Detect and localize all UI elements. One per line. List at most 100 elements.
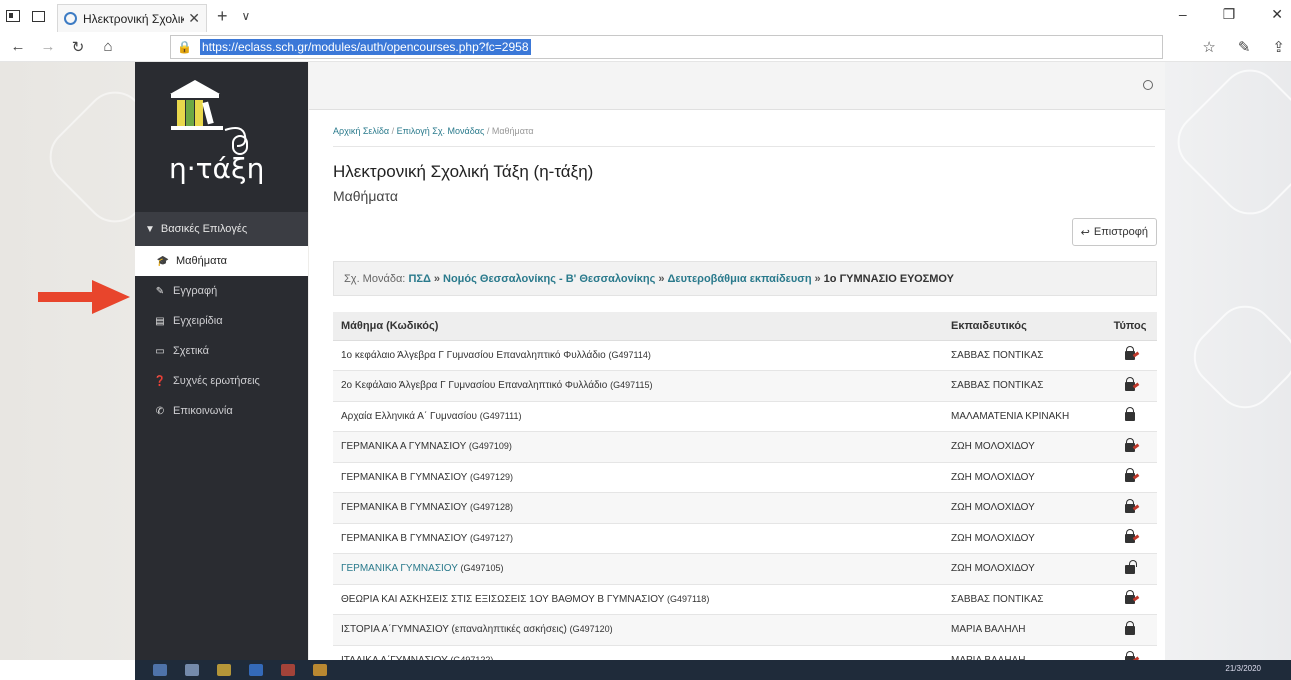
type-cell (1103, 492, 1157, 524)
close-window-icon[interactable]: ✕ (1271, 6, 1283, 23)
column-header-course[interactable]: Μάθημα (Κωδικός) (333, 312, 943, 341)
teacher-cell: ΣΑΒΒΑΣ ΠΟΝΤΙΚΑΣ (943, 340, 1103, 371)
sidebar-item-faq[interactable]: ❓ Συχνές ερωτήσεις (135, 366, 308, 396)
column-header-type[interactable]: Τύπος (1103, 312, 1157, 341)
teacher-cell: ΜΑΛΑΜΑΤΕΝΙΑ ΚΡΙΝΑΚΗ (943, 401, 1103, 432)
sidebar-item-label: Συχνές ερωτήσεις (173, 375, 260, 387)
taskbar-clock: 21/3/2020 (1225, 664, 1261, 673)
start-icon[interactable] (153, 664, 167, 676)
school-path-link-secondary[interactable]: Δευτεροβάθμια εκπαίδευση (668, 273, 812, 285)
course-code: (G497114) (608, 349, 651, 360)
sidebar-item-registration[interactable]: ✎ Εγγραφή (135, 276, 308, 306)
sidebar-section-basic-options[interactable]: ▼ Βασικές Επιλογές (135, 212, 308, 246)
url-text: https://eclass.sch.gr/modules/auth/openc… (199, 39, 531, 55)
teacher-cell: ΣΑΒΒΑΣ ΠΟΝΤΙΚΑΣ (943, 370, 1103, 402)
card-icon: ▭ (155, 345, 165, 357)
top-header-strip (309, 62, 1165, 110)
search-icon[interactable] (185, 664, 199, 676)
background-decoration (1181, 293, 1291, 421)
course-code: (G497120) (569, 624, 613, 635)
browser-icon[interactable] (249, 664, 263, 676)
path-separator: » (814, 272, 821, 285)
page-subtitle: Μαθήματα (333, 188, 398, 204)
lock-registration-icon (1125, 529, 1135, 544)
type-cell (1103, 370, 1157, 402)
browser-toolbar-right: ☆ ✎ ⇪ (1202, 38, 1285, 56)
explorer-icon[interactable] (217, 664, 231, 676)
share-icon[interactable]: ⇪ (1272, 38, 1285, 56)
type-cell (1103, 462, 1157, 493)
table-row: ΓΕΡΜΑΝΙΚΑ Β ΓΥΜΝΑΣΙΟΥ (G497129) ΖΩΗ ΜΟΛΟΧ… (333, 462, 1157, 493)
sidebar-item-label: Εγχειρίδια (173, 315, 223, 327)
main-content: Αρχική Σελίδα / Επιλογή Σχ. Μονάδας / Μα… (309, 62, 1165, 660)
lock-registration-icon (1125, 590, 1135, 605)
table-row: ΓΕΡΜΑΝΙΚΑ Β ΓΥΜΝΑΣΙΟΥ (G497128) ΖΩΗ ΜΟΛΟΧ… (333, 492, 1157, 524)
course-code: (G497115) (610, 380, 653, 391)
sidebar-item-manuals[interactable]: ▤ Εγχειρίδια (135, 306, 308, 336)
reply-arrow-icon: ↩ (1080, 226, 1090, 239)
breadcrumb-home-link[interactable]: Αρχική Σελίδα (333, 126, 389, 136)
tab-close-icon[interactable]: ✕ (188, 10, 200, 27)
course-name: 1ο κεφάλαιο Άλγεβρα Γ Γυμνασίου Επαναληπ… (341, 349, 606, 361)
teacher-cell: ΖΩΗ ΜΟΛΟΧΙΔΟΥ (943, 431, 1103, 463)
course-code: (G497127) (469, 532, 513, 543)
teacher-cell: ΖΩΗ ΜΟΛΟΧΙΔΟΥ (943, 553, 1103, 585)
school-path-panel: Σχ. Μονάδα: ΠΣΔ » Νομός Θεσσαλονίκης - Β… (333, 261, 1157, 296)
pen-icon[interactable]: ✎ (1238, 38, 1251, 56)
column-header-teacher[interactable]: Εκπαιδευτικός (943, 312, 1103, 341)
breadcrumb-current: Μαθήματα (491, 126, 534, 136)
window-icon[interactable] (6, 10, 20, 22)
courses-table-body: 1ο κεφάλαιο Άλγεβρα Γ Γυμνασίου Επαναληπ… (333, 340, 1157, 660)
restore-icon[interactable]: ❐ (1223, 6, 1236, 23)
phone-icon: ✆ (155, 405, 165, 417)
tab-actions-icon[interactable] (32, 10, 45, 22)
app-icon[interactable] (313, 664, 327, 676)
forward-arrow-icon[interactable]: → (36, 38, 60, 55)
sidebar-item-label: Εγγραφή (173, 285, 218, 297)
table-row: ΙΣΤΟΡΙΑ Α΄ΓΥΜΝΑΣΙΟΥ (επαναληπτικές ασκήσ… (333, 614, 1157, 646)
divider (333, 146, 1155, 147)
course-cell: ΓΕΡΜΑΝΙΚΑ Β ΓΥΜΝΑΣΙΟΥ (G497127) (333, 523, 943, 554)
breadcrumb-school-select-link[interactable]: Επιλογή Σχ. Μονάδας (397, 126, 485, 136)
school-logo-icon (170, 80, 248, 155)
course-cell: ΓΕΡΜΑΝΙΚΑ Α ΓΥΜΝΑΣΙΟΥ (G497109) (333, 431, 943, 463)
home-icon[interactable]: ⌂ (96, 38, 120, 55)
browser-tab[interactable]: Ηλεκτρονική Σχολική Τε ✕ (57, 4, 207, 32)
browser-address-bar: ← → ↻ ⌂ 🔒 https://eclass.sch.gr/modules/… (0, 32, 1291, 62)
school-path-link-prefecture[interactable]: Νομός Θεσσαλονίκης - Β' Θεσσαλονίκης (443, 273, 655, 285)
course-cell: ΙΤΑΛΙΚΑ Α΄ΓΥΜΝΑΣΙΟΥ (G497122) (333, 645, 943, 660)
table-row: ΓΕΡΜΑΝΙΚΑ Α ΓΥΜΝΑΣΙΟΥ (G497109) ΖΩΗ ΜΟΛΟΧ… (333, 431, 1157, 463)
globe-language-icon[interactable] (1143, 80, 1153, 90)
course-name: ΓΕΡΜΑΝΙΚΑ Β ΓΥΜΝΑΣΙΟΥ (341, 532, 468, 544)
sidebar-item-label: Μαθήματα (176, 255, 228, 267)
app-icon[interactable] (281, 664, 295, 676)
sidebar-item-contact[interactable]: ✆ Επικοινωνία (135, 396, 308, 426)
new-tab-icon[interactable]: + (217, 6, 228, 27)
back-arrow-icon[interactable]: ← (6, 38, 30, 55)
course-code: (G497111) (479, 410, 522, 421)
type-cell (1103, 553, 1157, 585)
lock-closed-icon (1125, 620, 1135, 635)
refresh-icon[interactable]: ↻ (66, 38, 90, 56)
logo-text: η·τάξη (169, 152, 265, 185)
course-name: ΘΕΩΡΙΑ ΚΑΙ ΑΣΚΗΣΕΙΣ ΣΤΙΣ ΕΞΙΣΩΣΕΙΣ 1ΟΥ Β… (341, 593, 665, 605)
minimize-icon[interactable]: – (1179, 6, 1187, 23)
sidebar-item-about[interactable]: ▭ Σχετικά (135, 336, 308, 366)
course-code: (G497109) (468, 441, 512, 452)
site-favicon-icon (64, 12, 77, 25)
teacher-cell: ΖΩΗ ΜΟΛΟΧΙΔΟΥ (943, 462, 1103, 493)
lock-registration-icon (1125, 346, 1135, 361)
course-link[interactable]: ΓΕΡΜΑΝΙΚΑ ΓΥΜΝΑΣΙΟΥ (341, 563, 458, 574)
logo[interactable]: η·τάξη (135, 62, 308, 212)
courses-table: Μάθημα (Κωδικός) Εκπαιδευτικός Τύπος 1ο … (333, 312, 1157, 660)
teacher-cell: ΖΩΗ ΜΟΛΟΧΙΔΟΥ (943, 492, 1103, 524)
sidebar-item-courses[interactable]: 🎓 Μαθήματα (135, 246, 308, 276)
question-icon: ❓ (153, 375, 167, 387)
favorites-icon[interactable]: ☆ (1202, 38, 1215, 56)
os-taskbar: 21/3/2020 (135, 660, 1291, 680)
school-path-link-psd[interactable]: ΠΣΔ (408, 273, 430, 285)
back-button[interactable]: ↩ Επιστροφή (1071, 218, 1157, 246)
url-field[interactable]: 🔒 https://eclass.sch.gr/modules/auth/ope… (170, 35, 1163, 59)
tab-list-chevron-icon[interactable]: ∨ (242, 9, 251, 23)
course-cell: ΙΣΤΟΡΙΑ Α΄ΓΥΜΝΑΣΙΟΥ (επαναληπτικές ασκήσ… (333, 614, 943, 646)
